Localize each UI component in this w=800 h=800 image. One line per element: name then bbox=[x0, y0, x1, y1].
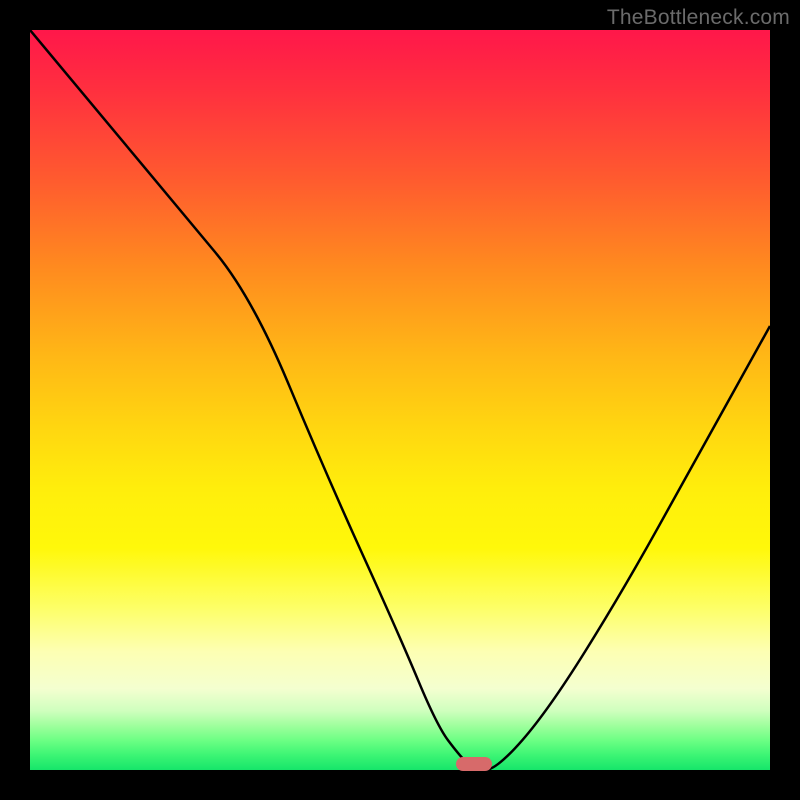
watermark-text: TheBottleneck.com bbox=[607, 6, 790, 30]
plot-area bbox=[30, 30, 770, 770]
curve-path bbox=[30, 30, 770, 770]
bottleneck-curve bbox=[30, 30, 770, 770]
optimum-marker bbox=[456, 757, 492, 771]
chart-frame: TheBottleneck.com bbox=[0, 0, 800, 800]
